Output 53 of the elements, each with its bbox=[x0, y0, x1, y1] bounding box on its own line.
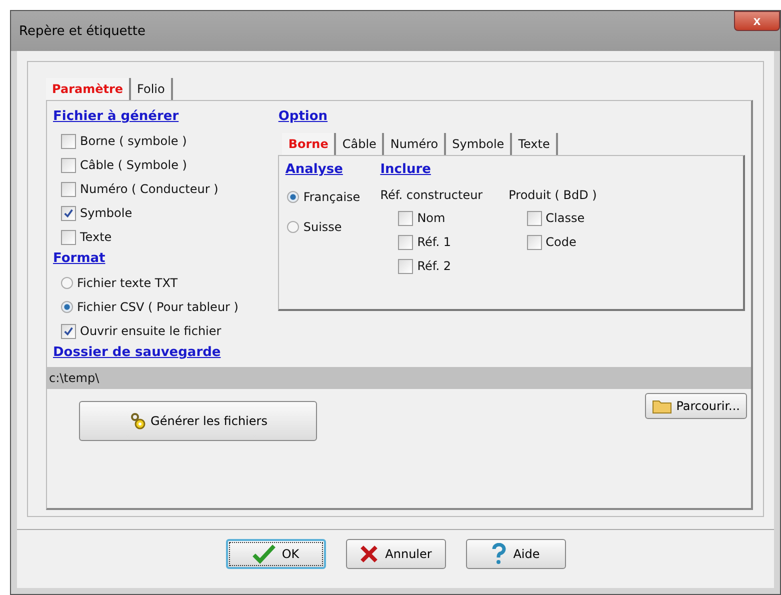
folder-icon bbox=[652, 398, 672, 414]
checkbox[interactable] bbox=[61, 206, 76, 220]
dialog-button[interactable]: Annuler bbox=[346, 539, 446, 569]
checkbox[interactable] bbox=[398, 234, 414, 250]
checkbox[interactable] bbox=[61, 182, 76, 196]
checkbox-label: Code bbox=[546, 235, 576, 249]
section-heading: Option bbox=[278, 108, 328, 126]
radio-button[interactable] bbox=[287, 191, 300, 203]
tab[interactable]: Paramètre bbox=[46, 78, 132, 100]
checkbox[interactable] bbox=[61, 134, 76, 148]
checkbox[interactable] bbox=[398, 258, 414, 274]
radio-button[interactable] bbox=[287, 221, 300, 233]
checkbox-label: Ouvrir ensuite le fichier bbox=[80, 324, 222, 338]
radio-label: Française bbox=[303, 190, 360, 204]
section-heading: Analyse bbox=[285, 161, 343, 179]
window-title: Repère et étiquette bbox=[19, 24, 146, 38]
check-icon bbox=[252, 544, 276, 564]
checkbox[interactable] bbox=[526, 234, 542, 250]
generate-button[interactable]: Générer les fichiers bbox=[79, 401, 317, 441]
cross-icon bbox=[359, 544, 380, 564]
checkbox[interactable] bbox=[526, 210, 542, 226]
group-label: Produit ( BdD ) bbox=[508, 188, 597, 204]
checkbox-label: Réf. 1 bbox=[417, 235, 451, 249]
checkbox-label: Classe bbox=[546, 211, 585, 225]
radio-button[interactable] bbox=[61, 301, 73, 313]
section-heading: Format bbox=[53, 250, 106, 268]
checkbox-label: Numéro ( Conducteur ) bbox=[80, 182, 218, 196]
section-heading: Dossier de sauvegarde bbox=[53, 345, 221, 360]
checkbox[interactable] bbox=[398, 210, 414, 226]
tab[interactable]: Borne bbox=[282, 133, 336, 155]
checkbox-label: Câble ( Symbole ) bbox=[80, 158, 187, 172]
radio-label: Fichier CSV ( Pour tableur ) bbox=[77, 300, 238, 314]
folder-path-field[interactable]: c:\temp\ bbox=[47, 367, 751, 389]
gears-icon bbox=[128, 412, 147, 430]
section-heading: Inclure bbox=[380, 161, 431, 179]
close-button[interactable]: x bbox=[734, 11, 780, 31]
radio-button[interactable] bbox=[61, 277, 73, 289]
browse-button[interactable]: Parcourir... bbox=[645, 393, 747, 419]
dialog-button[interactable]: OK bbox=[226, 539, 326, 569]
checkbox-label: Borne ( symbole ) bbox=[80, 134, 187, 148]
checkbox[interactable] bbox=[61, 324, 76, 338]
checkbox[interactable] bbox=[61, 230, 76, 244]
checkbox-label: Texte bbox=[80, 230, 112, 244]
dialog-button[interactable]: Aide bbox=[466, 539, 566, 569]
checkbox[interactable] bbox=[61, 158, 76, 172]
radio-label: Fichier texte TXT bbox=[77, 276, 178, 290]
group-label: Réf. constructeur bbox=[380, 188, 483, 204]
checkbox-label: Nom bbox=[417, 211, 446, 225]
checkbox-label: Réf. 2 bbox=[417, 259, 451, 273]
section-heading: Fichier à générer bbox=[53, 108, 179, 126]
question-mark-icon bbox=[491, 543, 508, 565]
radio-label: Suisse bbox=[303, 220, 342, 234]
checkbox-label: Symbole bbox=[80, 206, 132, 220]
